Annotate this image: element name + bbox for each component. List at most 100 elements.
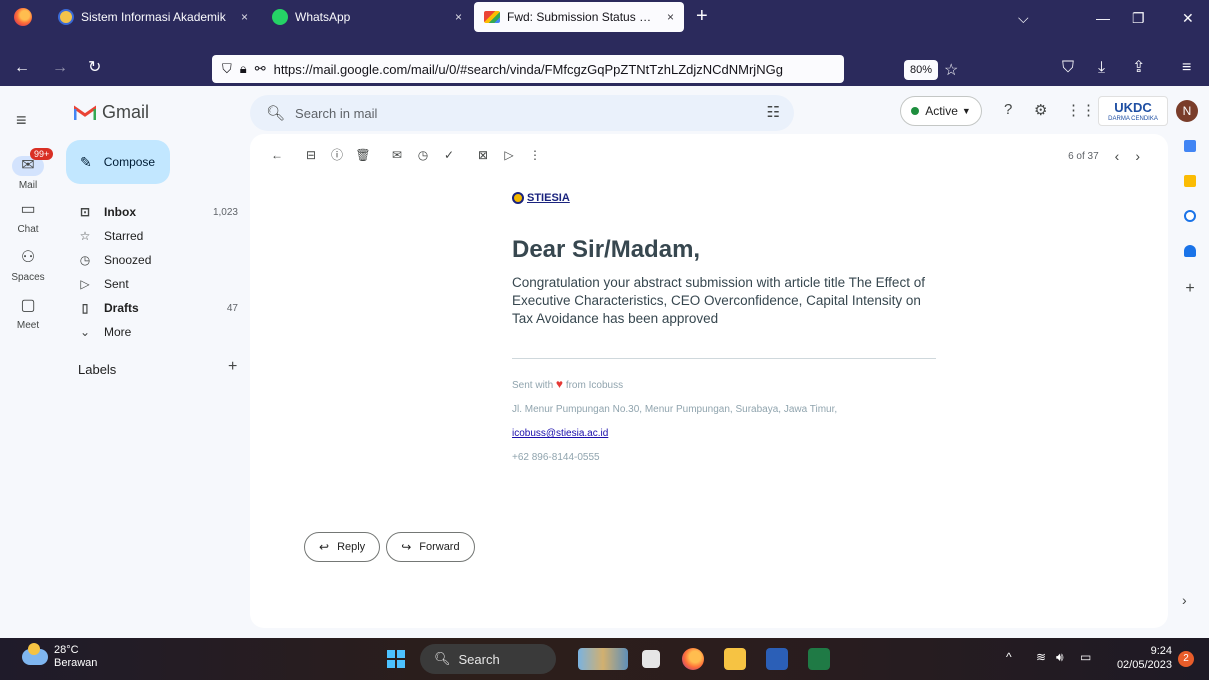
folder-drafts[interactable]: ▯ Drafts 47 bbox=[66, 296, 246, 320]
widgets-landscape-icon[interactable] bbox=[578, 648, 628, 670]
search-input[interactable]: 🔍︎ Search in mail ☷ bbox=[250, 95, 794, 131]
firefox-menu-icon[interactable] bbox=[14, 8, 32, 26]
rail-chat[interactable]: ▭ Chat bbox=[0, 200, 56, 235]
archive-icon[interactable]: ⊟ bbox=[298, 148, 324, 162]
permissions-icon[interactable]: ⚯ bbox=[255, 61, 266, 77]
volume-icon[interactable]: 🔊︎ bbox=[1056, 650, 1064, 665]
forward-label: Forward bbox=[419, 541, 460, 553]
wifi-icon[interactable]: ≋ bbox=[1036, 650, 1046, 664]
message-view: ← ⊟ ⓘ 🗑︎ ✉ ◷ ✓ ⊠ ▷ ⋮ 6 of 37 ‹ › STIESIA… bbox=[250, 134, 1168, 628]
move-to-icon[interactable]: ⊠ bbox=[470, 148, 496, 162]
show-side-panel-icon[interactable]: › bbox=[1182, 592, 1187, 608]
tab-sistem-informasi[interactable]: Sistem Informasi Akademik × bbox=[48, 2, 258, 32]
folder-snoozed[interactable]: ◷ Snoozed bbox=[66, 248, 246, 272]
battery-icon[interactable]: ▭ bbox=[1080, 650, 1091, 664]
account-avatar[interactable]: N bbox=[1176, 100, 1198, 122]
rail-mail[interactable]: ✉ 99+ Mail bbox=[0, 148, 56, 191]
contacts-icon[interactable] bbox=[1184, 245, 1196, 257]
search-options-icon[interactable]: ☷ bbox=[767, 103, 780, 121]
tab-close-icon[interactable]: × bbox=[667, 10, 674, 24]
weather-widget[interactable]: 28°C Berawan bbox=[22, 643, 97, 670]
show-hidden-icons-icon[interactable]: ^ bbox=[1006, 650, 1012, 664]
search-icon[interactable]: 🔍︎ bbox=[266, 104, 285, 122]
stiesia-logo[interactable]: STIESIA bbox=[512, 192, 942, 204]
reply-button[interactable]: ↩ Reply bbox=[304, 532, 381, 562]
apps-grid-icon[interactable]: ⋮⋮ bbox=[1066, 101, 1096, 119]
organization-logo[interactable]: UKDC DARMA CENDIKA bbox=[1098, 96, 1168, 126]
delete-icon[interactable]: 🗑︎ bbox=[350, 148, 376, 162]
windows-start-icon[interactable] bbox=[387, 650, 405, 668]
add-task-icon[interactable]: ✓ bbox=[436, 148, 462, 162]
reply-icon: ↩ bbox=[319, 540, 330, 554]
mark-unread-icon[interactable]: ✉ bbox=[384, 148, 410, 162]
newer-chevron-icon[interactable]: ‹ bbox=[1115, 148, 1120, 164]
excel-app-icon[interactable] bbox=[808, 648, 830, 670]
chat-icon: ▭ bbox=[20, 201, 36, 218]
back-icon[interactable]: ← bbox=[14, 59, 30, 77]
address-bar[interactable]: ⛉ 🔒︎ ⚯ https://mail.google.com/mail/u/0/… bbox=[212, 55, 844, 83]
gmail-logo[interactable]: Gmail bbox=[74, 102, 149, 123]
tab-title: Sistem Informasi Akademik bbox=[81, 10, 226, 24]
bookmark-star-icon[interactable]: ☆ bbox=[944, 60, 958, 80]
reload-icon[interactable]: ↻ bbox=[88, 59, 101, 77]
snooze-icon[interactable]: ◷ bbox=[410, 148, 436, 162]
status-dropdown[interactable]: Active ▼ bbox=[900, 96, 982, 126]
calendar-icon[interactable] bbox=[1184, 140, 1196, 152]
restore-icon[interactable]: ❐ bbox=[1132, 10, 1145, 27]
shield-icon[interactable]: ⛉ bbox=[222, 61, 232, 77]
zoom-level[interactable]: 80% bbox=[904, 60, 938, 80]
email-footer: Sent with ♥ from Icobuss Jl. Menur Pumpu… bbox=[512, 377, 942, 463]
tab-gmail-active[interactable]: Fwd: Submission Status Mail - × bbox=[474, 2, 684, 32]
search-placeholder: Search in mail bbox=[295, 105, 378, 121]
word-app-icon[interactable] bbox=[766, 648, 788, 670]
task-view-icon[interactable] bbox=[642, 650, 660, 668]
folder-more[interactable]: ⌄ More bbox=[66, 320, 246, 344]
new-tab-button[interactable]: + bbox=[696, 6, 708, 26]
compose-button[interactable]: ✎ Compose bbox=[66, 140, 170, 184]
forward-button[interactable]: ↪ Forward bbox=[386, 532, 475, 562]
notification-badge[interactable]: 2 bbox=[1178, 651, 1194, 667]
taskbar-search-label: Search bbox=[458, 651, 500, 667]
browser-tab-strip: Sistem Informasi Akademik × WhatsApp × F… bbox=[0, 0, 1209, 52]
tab-list-icon[interactable]: ⌵ bbox=[1018, 10, 1029, 27]
add-label-icon[interactable]: + bbox=[228, 358, 237, 376]
stiesia-logo-text: STIESIA bbox=[527, 192, 570, 204]
more-options-icon[interactable]: ⋮ bbox=[522, 148, 548, 162]
footer-email-link[interactable]: icobuss@stiesia.ac.id bbox=[512, 428, 608, 439]
rail-meet[interactable]: ▢ Meet bbox=[0, 296, 56, 331]
app-menu-icon[interactable]: ≡ bbox=[1182, 59, 1191, 77]
tab-close-icon[interactable]: × bbox=[241, 10, 248, 24]
folder-label: Inbox bbox=[104, 205, 136, 219]
share-icon[interactable]: ⇪ bbox=[1132, 59, 1145, 77]
main-menu-icon[interactable]: ≡ bbox=[16, 110, 27, 131]
keep-icon[interactable] bbox=[1184, 175, 1196, 187]
taskbar-search[interactable]: 🔍︎ Search bbox=[420, 644, 556, 674]
get-addons-icon[interactable]: + bbox=[1172, 280, 1208, 298]
close-window-icon[interactable]: ✕ bbox=[1182, 10, 1194, 27]
downloads-icon[interactable]: ⤓ bbox=[1098, 59, 1105, 77]
minimize-icon[interactable]: — bbox=[1096, 10, 1110, 26]
file-explorer-icon[interactable] bbox=[724, 648, 746, 670]
url-text[interactable]: https://mail.google.com/mail/u/0/#search… bbox=[274, 62, 783, 77]
folder-starred[interactable]: ☆ Starred bbox=[66, 224, 246, 248]
organization-subtitle: DARMA CENDIKA bbox=[1108, 116, 1158, 122]
lock-icon[interactable]: 🔒︎ bbox=[240, 61, 247, 77]
sent-with-suffix: from Icobuss bbox=[565, 380, 624, 391]
clock[interactable]: 9:24 02/05/2023 bbox=[1108, 644, 1172, 672]
forward-icon[interactable]: → bbox=[52, 59, 68, 77]
label-icon[interactable]: ▷ bbox=[496, 148, 522, 162]
folder-sent[interactable]: ▷ Sent bbox=[66, 272, 246, 296]
help-icon[interactable]: ? bbox=[1004, 101, 1012, 118]
forward-arrow-icon: ↪ bbox=[401, 540, 412, 554]
settings-gear-icon[interactable]: ⚙ bbox=[1034, 101, 1047, 119]
tasks-icon[interactable] bbox=[1184, 210, 1196, 222]
rail-spaces[interactable]: ⚇ Spaces bbox=[0, 248, 56, 283]
tab-whatsapp[interactable]: WhatsApp × bbox=[262, 2, 472, 32]
folder-inbox[interactable]: ⊡ Inbox 1,023 bbox=[66, 200, 246, 224]
tab-close-icon[interactable]: × bbox=[455, 10, 462, 24]
older-chevron-icon[interactable]: › bbox=[1135, 148, 1140, 164]
report-spam-icon[interactable]: ⓘ bbox=[324, 146, 350, 163]
pocket-icon[interactable]: ⛉ bbox=[1062, 59, 1074, 77]
back-to-list-icon[interactable]: ← bbox=[264, 148, 290, 162]
firefox-app-icon[interactable] bbox=[682, 648, 704, 670]
